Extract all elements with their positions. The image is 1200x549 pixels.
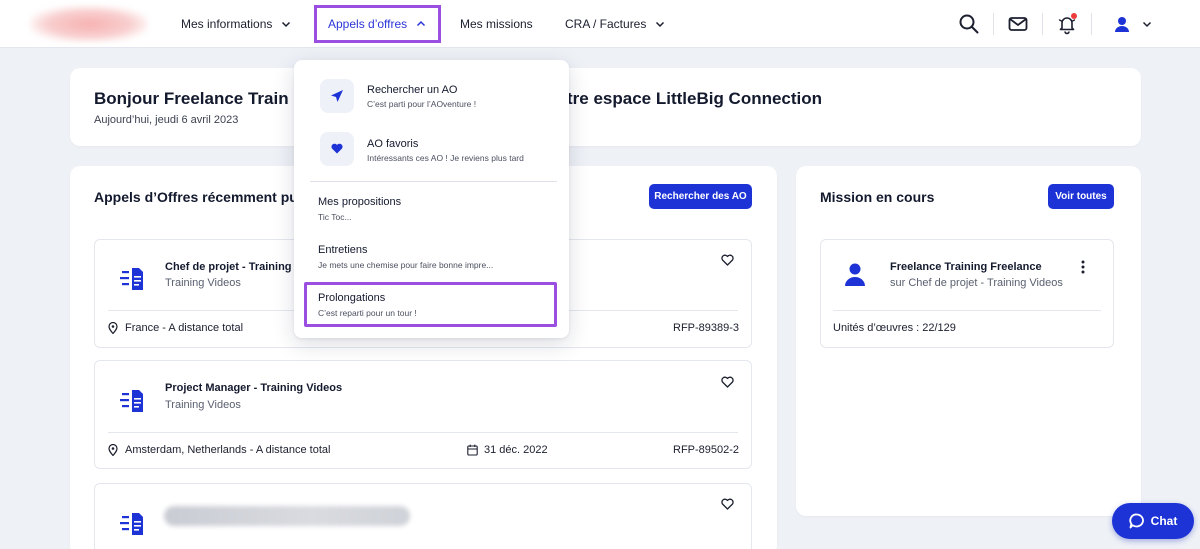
mail-icon[interactable] [1007, 13, 1029, 35]
chevron-down-icon [656, 21, 665, 28]
ao-date: 31 déc. 2022 [484, 444, 548, 456]
dropdown-item-subtitle: Je mets une chemise pour faire bonne imp… [318, 260, 494, 270]
more-options-icon[interactable] [1079, 259, 1087, 275]
document-icon [120, 390, 143, 412]
dropdown-item-title[interactable]: Rechercher un AO [367, 84, 458, 96]
calendar-icon [467, 444, 478, 456]
see-all-missions-button[interactable]: Voir toutes [1048, 184, 1114, 209]
search-icon[interactable] [958, 13, 980, 35]
send-icon [331, 90, 343, 102]
dropdown-item-title[interactable]: AO favoris [367, 138, 418, 150]
divider [1091, 13, 1092, 35]
dropdown-item-subtitle: C’est reparti pour un tour ! [318, 308, 417, 318]
user-icon [845, 263, 865, 286]
ao-location: Amsterdam, Netherlands - A distance tota… [125, 444, 331, 456]
welcome-title: Bonjour Freelance Train [94, 89, 289, 108]
dropdown-item-title[interactable]: Entretiens [318, 244, 368, 256]
mission-freelancer-name: Freelance Training Freelance [890, 261, 1042, 273]
divider [108, 432, 738, 433]
nav-label: CRA / Factures [565, 17, 647, 31]
location-pin-icon [108, 444, 118, 456]
nav-mes-missions[interactable]: Mes missions [460, 0, 533, 48]
heart-icon[interactable] [721, 376, 734, 388]
dropdown-item-subtitle: Intéressants ces AO ! Je reviens plus ta… [367, 153, 524, 163]
divider [833, 310, 1101, 311]
ao-company: Training Videos [165, 277, 241, 289]
nav-label: Mes missions [460, 17, 533, 31]
divider [993, 13, 994, 35]
dropdown-divider [310, 181, 557, 182]
ao-reference: RFP-89389-3 [673, 322, 740, 334]
divider [1042, 13, 1043, 35]
nav-appels-d-offres[interactable]: Appels d’offres [314, 5, 442, 43]
chevron-down-icon [282, 21, 291, 28]
user-icon[interactable] [1111, 13, 1133, 35]
chat-button[interactable]: Chat [1112, 503, 1194, 539]
chevron-up-icon [417, 20, 426, 27]
chevron-down-icon[interactable] [1141, 18, 1153, 30]
ao-company: Training Videos [165, 399, 241, 411]
nav-label: Mes informations [181, 17, 273, 31]
dropdown-item-title[interactable]: Mes propositions [318, 196, 401, 208]
nav-mes-informations[interactable]: Mes informations [181, 0, 292, 48]
chat-label: Chat [1150, 514, 1178, 528]
ao-section-title: Appels d’Offres récemment pu [94, 189, 298, 205]
mission-section-title: Mission en cours [820, 189, 935, 205]
dropdown-item-title[interactable]: Prolongations [318, 292, 385, 304]
redacted-ao-title [164, 506, 410, 526]
document-icon [120, 268, 143, 290]
logo[interactable] [30, 6, 148, 42]
dropdown-item-subtitle: C’est parti pour l’AOventure ! [367, 99, 477, 109]
nav-cra-factures[interactable]: CRA / Factures [565, 0, 666, 48]
welcome-date: Aujourd’hui, jeudi 6 avril 2023 [94, 114, 239, 126]
ao-location: France - A distance total [125, 322, 244, 334]
heart-icon [331, 143, 343, 154]
heart-icon[interactable] [721, 254, 734, 266]
notification-dot [1071, 13, 1077, 19]
mission-units: Unités d’œuvres : 22/129 [833, 322, 956, 334]
nav-label: Appels d’offres [328, 17, 408, 31]
location-pin-icon [108, 322, 118, 334]
heart-icon[interactable] [721, 498, 734, 510]
dropdown-item-subtitle: Tic Toc... [318, 212, 352, 222]
dropdown-item-prolongations[interactable] [304, 282, 557, 327]
ao-title[interactable]: Project Manager - Training Videos [165, 382, 342, 394]
ao-title[interactable]: Chef de projet - Training [165, 261, 292, 273]
top-navbar: Mes informations Appels d’offres Mes mis… [0, 0, 1200, 48]
chat-bubble-icon [1129, 513, 1144, 529]
welcome-title-continued: tre espace LittleBig Connection [567, 89, 823, 108]
document-icon [120, 513, 143, 535]
mission-subtitle: sur Chef de projet - Training Videos [890, 277, 1063, 289]
ao-reference: RFP-89502-2 [673, 444, 740, 456]
search-ao-button[interactable]: Rechercher des AO [649, 184, 752, 209]
